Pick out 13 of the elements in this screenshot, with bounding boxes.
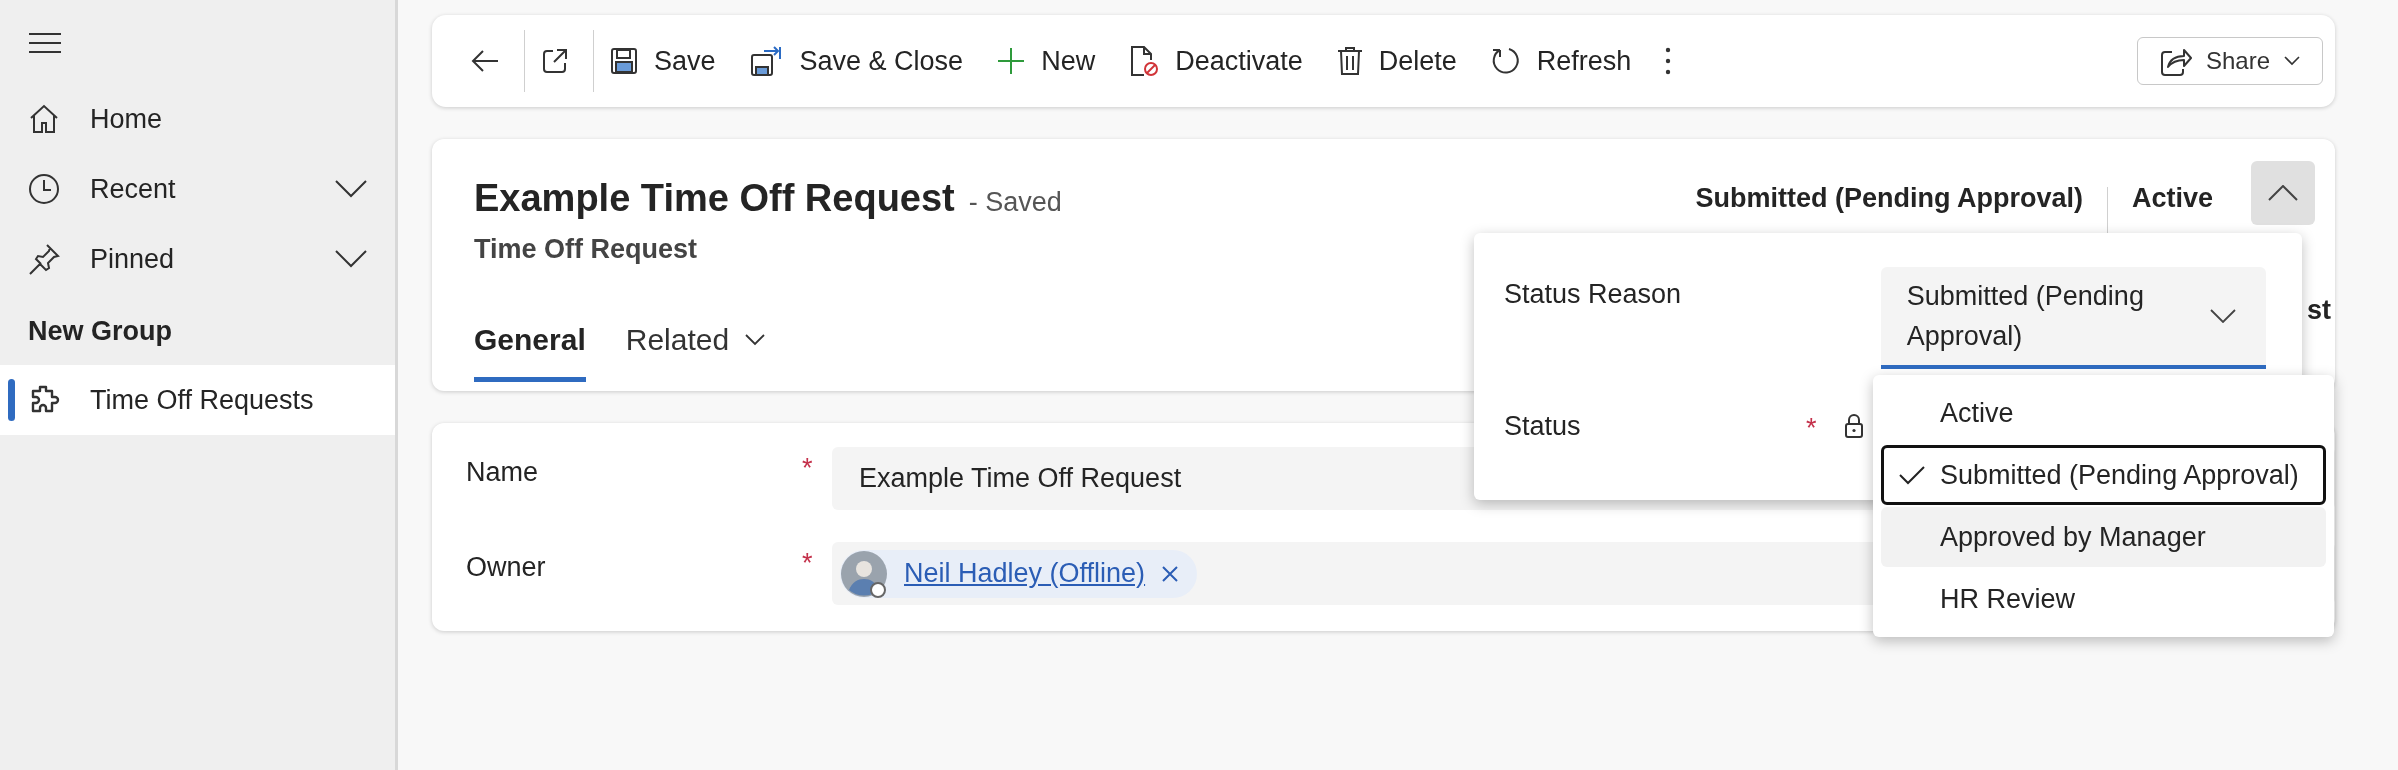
status-value: Active — [2131, 183, 2213, 214]
required-mark: * — [802, 548, 814, 579]
entity-name: Time Off Request — [474, 234, 699, 265]
record-title: Example Time Off Request — [474, 177, 955, 220]
field-label: Status Reason — [1504, 279, 1683, 310]
required-mark: * — [1806, 413, 1818, 444]
field-label: Owner — [466, 552, 547, 583]
group-title: New Group — [27, 315, 173, 348]
field-label: Name — [466, 457, 540, 488]
required-mark: * — [802, 453, 814, 484]
save-status: - Saved — [968, 187, 1062, 218]
field-label: Status — [1504, 411, 1582, 442]
status-reason-value: Submitted (Pending Approval) — [1695, 183, 2083, 214]
